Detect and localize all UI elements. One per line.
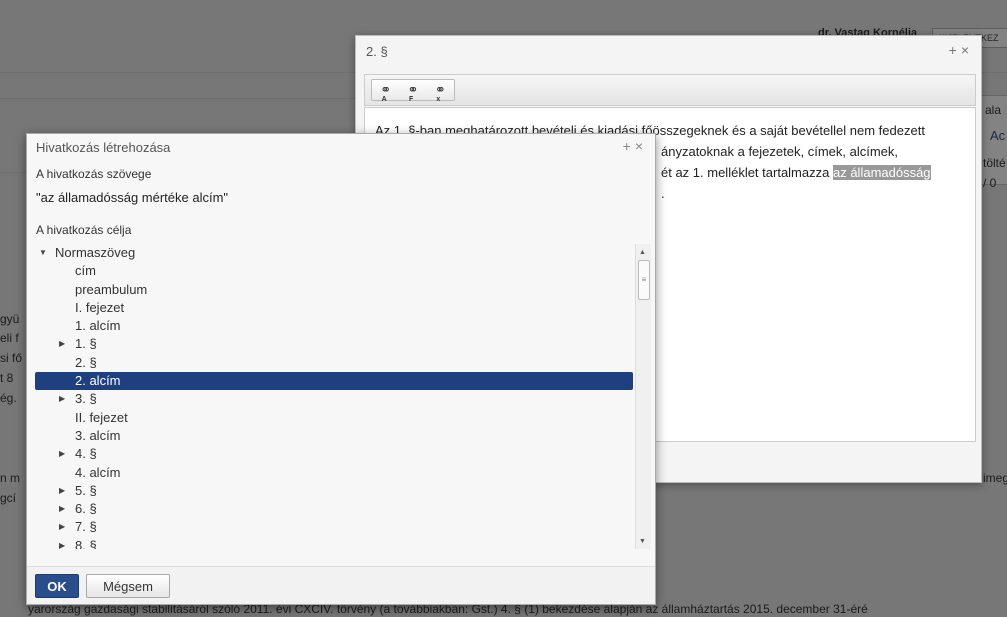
collapsed-arrow-icon[interactable]: ▶	[59, 390, 65, 408]
tree-node-label: 2. alcím	[75, 373, 121, 389]
collapsed-arrow-icon[interactable]: ▶	[59, 335, 65, 353]
tree-node-label: preambulum	[75, 281, 148, 297]
tree-node[interactable]: cím	[35, 262, 633, 280]
scroll-up-icon[interactable]: ▲	[639, 249, 646, 256]
tree-node[interactable]: ▶ 8. §	[35, 537, 633, 549]
tree-node-label: 5. §	[75, 482, 97, 498]
tree-node[interactable]: 1. alcím	[35, 317, 633, 335]
tree-node[interactable]: ▶ 7. §	[35, 518, 633, 536]
close-icon[interactable]: ×	[961, 42, 973, 58]
link-text-value: "az államadósság mértéke alcím"	[36, 190, 229, 205]
link-dialog-title: Hivatkozás létrehozása	[36, 140, 171, 155]
tree-node-label: 6. §	[75, 501, 97, 517]
tree-node[interactable]: preambulum	[35, 281, 633, 299]
tree-node-label: 3. §	[75, 391, 97, 407]
editor-toolbar: ⚭ A ⚭ F ⚭ x	[364, 74, 976, 106]
link-text-label: A hivatkozás szövege	[36, 167, 152, 181]
link-footnote-icon[interactable]: ⚭ F	[403, 83, 423, 103]
tree-node-label: I. fejezet	[75, 299, 125, 315]
selected-text: az államadósság	[832, 165, 931, 180]
tree-node[interactable]: ▶ 3. §	[35, 390, 633, 408]
tree-node[interactable]: 2. alcím	[35, 372, 633, 391]
window-controls[interactable]: +×	[949, 42, 973, 58]
close-icon[interactable]: ×	[635, 138, 647, 154]
link-anchor-icon[interactable]: ⚭ A	[376, 83, 396, 103]
tree-node[interactable]: I. fejezet	[35, 299, 633, 317]
link-target-label: A hivatkozás célja	[36, 223, 132, 237]
link-dialog-footer: OK Mégsem	[27, 566, 655, 604]
maximize-icon[interactable]: +	[949, 42, 961, 58]
collapsed-arrow-icon[interactable]: ▶	[59, 537, 65, 549]
tree-node[interactable]: ▶ 1. §	[35, 335, 633, 353]
tree-node-label: 1. alcím	[75, 318, 121, 334]
collapsed-arrow-icon[interactable]: ▶	[59, 518, 65, 536]
cancel-button[interactable]: Mégsem	[86, 574, 170, 598]
tree-node[interactable]: 3. alcím	[35, 427, 633, 445]
tree-list: ▼ Normaszöveg cím preambulum I. fejezet 1. al…	[35, 244, 633, 549]
tree-node-label: 4. alcím	[75, 464, 121, 480]
tree-node-label: II. fejezet	[75, 409, 128, 425]
collapsed-arrow-icon[interactable]: ▶	[59, 445, 65, 463]
tree-node[interactable]: II. fejezet	[35, 409, 633, 427]
tree-node[interactable]: ▶ 5. §	[35, 482, 633, 500]
window-controls[interactable]: +×	[623, 138, 647, 154]
tree-node-label: cím	[75, 263, 96, 279]
maximize-icon[interactable]: +	[623, 138, 635, 154]
tree-node[interactable]: ▶ 6. §	[35, 500, 633, 518]
editor-text: ét az 1. melléklet tartalmazza	[661, 165, 830, 180]
collapsed-arrow-icon[interactable]: ▶	[59, 500, 65, 518]
tree-node-label: 7. §	[75, 519, 97, 535]
create-link-dialog: Hivatkozás létrehozása +× A hivatkozás s…	[26, 133, 656, 605]
tree-node[interactable]: 4. alcím	[35, 464, 633, 482]
scroll-down-icon[interactable]: ▼	[639, 538, 646, 545]
tree-node[interactable]: ▼ Normaszöveg	[35, 244, 633, 262]
scroll-thumb[interactable]: ≡	[638, 260, 650, 300]
collapsed-arrow-icon[interactable]: ▶	[59, 482, 65, 500]
link-dialog-header: Hivatkozás létrehozása +×	[27, 134, 655, 160]
tree-node-label: 3. alcím	[75, 427, 121, 443]
link-button-group: ⚭ A ⚭ F ⚭ x	[371, 79, 455, 103]
expanded-arrow-icon[interactable]: ▼	[39, 244, 47, 262]
tree-node-label: 2. §	[75, 354, 97, 370]
tree-node[interactable]: 2. §	[35, 354, 633, 372]
tree-node-label: 4. §	[75, 446, 97, 462]
unlink-icon[interactable]: ⚭ x	[430, 83, 450, 103]
tree-node[interactable]: ▶ 4. §	[35, 445, 633, 463]
tree-node-label: 1. §	[75, 336, 97, 352]
section-dialog-header: 2. § +×	[356, 36, 981, 66]
link-target-tree[interactable]: ▼ Normaszöveg cím preambulum I. fejezet 1. al…	[35, 244, 651, 549]
tree-node-label: 8. §	[75, 537, 97, 549]
ok-button[interactable]: OK	[35, 574, 79, 598]
tree-scrollbar[interactable]: ▲ ≡ ▼	[635, 244, 651, 549]
tree-node-label: Normaszöveg	[55, 245, 136, 260]
section-dialog-title: 2. §	[366, 44, 388, 59]
